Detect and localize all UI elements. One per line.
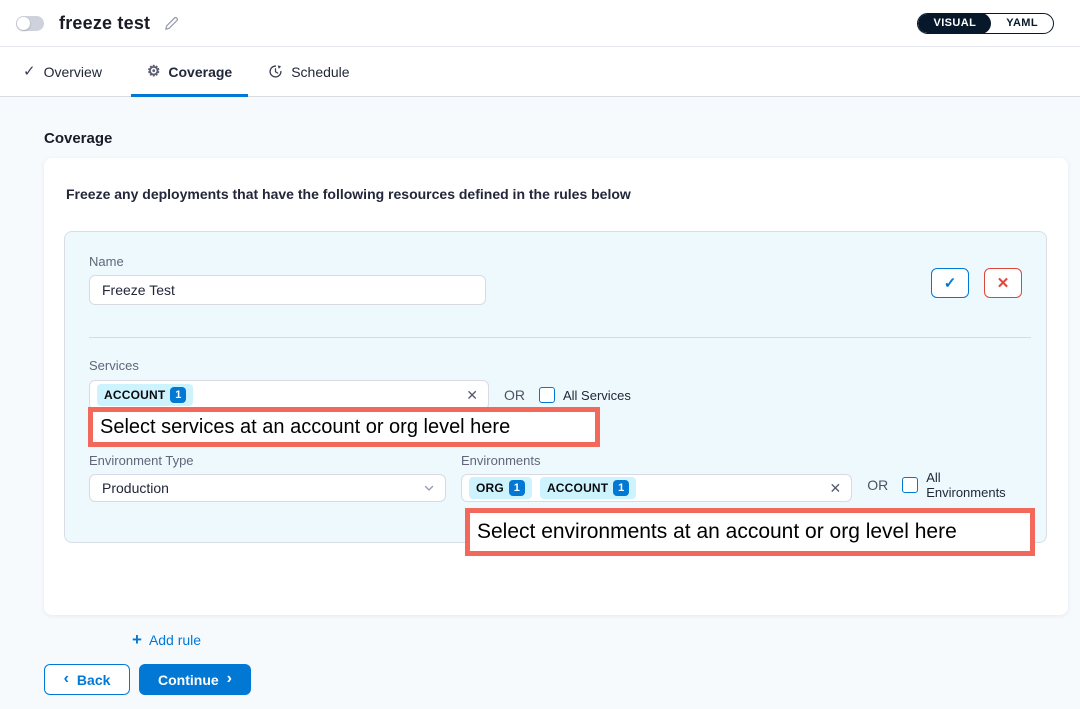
tag-count-badge: 1 xyxy=(509,480,525,496)
environments-or-label: OR xyxy=(867,477,888,493)
chevron-down-icon xyxy=(423,482,435,494)
environments-tag-org[interactable]: ORG 1 xyxy=(469,477,532,499)
tag-count-badge: 1 xyxy=(613,480,629,496)
pencil-icon xyxy=(163,15,180,32)
environment-type-select[interactable]: Production xyxy=(89,474,446,502)
add-rule-button[interactable]: + Add rule xyxy=(132,631,201,648)
services-row: ACCOUNT 1 ✕ OR All Services xyxy=(89,380,1022,410)
back-button[interactable]: ‹ Back xyxy=(44,664,130,695)
tag-label: ACCOUNT xyxy=(547,481,608,495)
rule-name-row: Name ✓ ✕ xyxy=(89,254,1022,305)
environment-row: Environment Type Production Environments… xyxy=(89,453,1022,502)
check-icon: ✓ xyxy=(23,64,36,79)
edit-title-button[interactable] xyxy=(163,15,180,32)
yaml-mode-button[interactable]: YAML xyxy=(991,13,1053,34)
tag-count-badge: 1 xyxy=(170,387,186,403)
rule-name-input[interactable] xyxy=(89,275,486,305)
environments-clear-icon[interactable]: ✕ xyxy=(829,481,841,495)
services-tag-account[interactable]: ACCOUNT 1 xyxy=(97,384,193,406)
environments-input[interactable]: ORG 1 ACCOUNT 1 ✕ xyxy=(461,474,852,502)
all-services-label[interactable]: All Services xyxy=(563,388,631,403)
freeze-rule-card: Name ✓ ✕ Services ACCOUNT xyxy=(64,231,1047,543)
tab-overview-label: Overview xyxy=(44,64,102,80)
visual-yaml-toggle: VISUAL YAML xyxy=(917,13,1054,34)
schedule-icon xyxy=(268,64,283,79)
services-clear-icon[interactable]: ✕ xyxy=(466,388,478,402)
freeze-enabled-toggle[interactable] xyxy=(16,16,44,31)
tab-coverage-label: Coverage xyxy=(168,64,232,80)
services-or-label: OR xyxy=(504,387,525,403)
tab-schedule[interactable]: Schedule xyxy=(268,47,363,96)
continue-button[interactable]: Continue › xyxy=(139,664,251,695)
plus-icon: + xyxy=(132,631,142,648)
footer-buttons: ‹ Back Continue › xyxy=(44,664,251,695)
tab-bar: ✓ Overview ⚙ Coverage Schedule xyxy=(0,47,1080,97)
chevron-right-icon: › xyxy=(227,671,232,687)
coverage-page: Coverage Freeze any deployments that hav… xyxy=(0,97,1080,709)
cancel-x-icon: ✕ xyxy=(997,274,1010,292)
continue-label: Continue xyxy=(158,672,219,688)
name-label: Name xyxy=(89,254,931,269)
all-environments-checkbox[interactable] xyxy=(902,477,918,493)
all-environments-label[interactable]: All Environments xyxy=(926,470,1022,500)
cancel-rule-button[interactable]: ✕ xyxy=(984,268,1022,298)
environments-label: Environments xyxy=(461,453,1022,468)
coverage-intro-text: Freeze any deployments that have the fol… xyxy=(66,186,1048,202)
environment-type-label: Environment Type xyxy=(89,453,446,468)
visual-mode-button[interactable]: VISUAL xyxy=(918,13,991,34)
services-label: Services xyxy=(89,358,1022,373)
confirm-check-icon: ✓ xyxy=(944,274,957,292)
coverage-heading: Coverage xyxy=(44,130,112,147)
environments-tag-account[interactable]: ACCOUNT 1 xyxy=(540,477,636,499)
all-services-checkbox[interactable] xyxy=(539,387,555,403)
toggle-knob xyxy=(17,17,30,30)
gear-icon: ⚙ xyxy=(147,64,160,79)
tag-label: ORG xyxy=(476,481,504,495)
add-rule-label: Add rule xyxy=(149,632,201,648)
tab-coverage[interactable]: ⚙ Coverage xyxy=(131,47,248,96)
back-label: Back xyxy=(77,672,110,688)
tag-label: ACCOUNT xyxy=(104,388,165,402)
environment-type-value: Production xyxy=(102,480,423,496)
services-input[interactable]: ACCOUNT 1 ✕ xyxy=(89,380,489,410)
header: freeze test VISUAL YAML xyxy=(0,0,1080,47)
page-title: freeze test xyxy=(59,13,150,34)
services-annotation: Select services at an account or org lev… xyxy=(88,407,600,447)
tab-overview[interactable]: ✓ Overview xyxy=(23,47,116,96)
rule-divider xyxy=(89,337,1031,338)
confirm-rule-button[interactable]: ✓ xyxy=(931,268,969,298)
environments-annotation: Select environments at an account or org… xyxy=(465,508,1035,556)
tab-schedule-label: Schedule xyxy=(291,64,349,80)
rule-confirm-buttons: ✓ ✕ xyxy=(931,268,1022,298)
chevron-left-icon: ‹ xyxy=(64,671,69,687)
